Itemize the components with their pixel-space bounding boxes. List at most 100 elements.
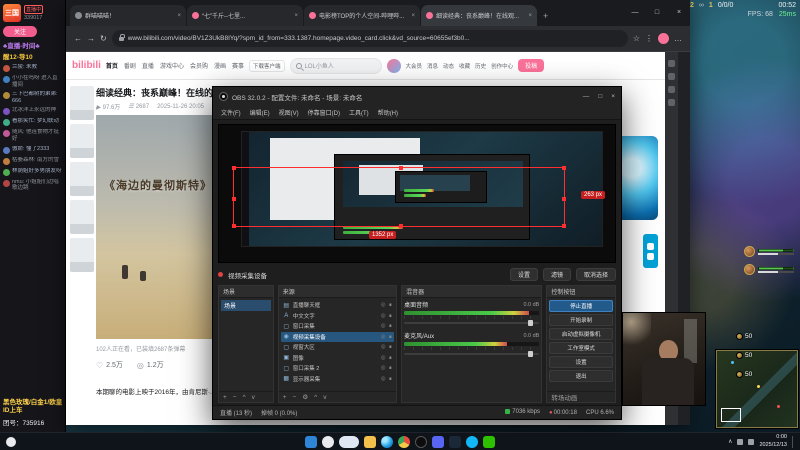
- browser-tab[interactable]: 电影榜TOP的个人空间-哔哩哔... ×: [304, 5, 420, 26]
- related-thumbnail[interactable]: [70, 124, 94, 158]
- source-row-selected[interactable]: ◉ 视频采集设备 ◎ ∎: [280, 331, 395, 342]
- menu-view[interactable]: 视图(V): [279, 108, 299, 117]
- menu-file[interactable]: 文件(F): [221, 108, 241, 117]
- steam-icon[interactable]: [449, 435, 461, 448]
- like-button[interactable]: ♡ 2.5万: [96, 360, 123, 370]
- qq-icon[interactable]: [466, 435, 478, 448]
- related-thumbnail[interactable]: [70, 86, 94, 120]
- bilibili-logo[interactable]: bilibili: [72, 60, 101, 71]
- search-button[interactable]: [322, 435, 334, 448]
- lock-icon[interactable]: ∎: [389, 365, 393, 371]
- lock-icon[interactable]: ∎: [389, 313, 393, 319]
- resize-handle[interactable]: [399, 166, 403, 170]
- minimize-icon[interactable]: —: [624, 9, 646, 16]
- stop-streaming-button[interactable]: 停止直播: [549, 300, 613, 312]
- bookmark-icon[interactable]: ☆: [633, 34, 640, 43]
- sidebar-icon[interactable]: [668, 99, 675, 106]
- nav-manga[interactable]: 漫画: [214, 61, 226, 70]
- exit-button[interactable]: 退出: [549, 370, 613, 382]
- source-filters-button[interactable]: 滤镜: [542, 268, 571, 281]
- menu-edit[interactable]: 编辑(E): [250, 108, 270, 117]
- source-row[interactable]: ▤ 直播聊天框 ◎ ∎: [281, 300, 394, 311]
- show-desktop-button[interactable]: [792, 435, 795, 448]
- start-recording-button[interactable]: 开始录制: [549, 314, 613, 326]
- visibility-icon[interactable]: ◎: [381, 334, 386, 340]
- volume-icon[interactable]: [748, 438, 755, 445]
- wechat-icon[interactable]: [483, 435, 495, 448]
- maximize-icon[interactable]: □: [598, 93, 602, 100]
- studio-mode-button[interactable]: 工作室模式: [549, 342, 613, 354]
- browser-tab[interactable]: “七”千斤--七里... ×: [187, 5, 303, 26]
- start-button[interactable]: [305, 435, 317, 448]
- link-favorites[interactable]: 收藏: [459, 62, 470, 70]
- visibility-icon[interactable]: ◎: [381, 323, 386, 329]
- source-row[interactable]: ▢ 窗口采集 2 ◎ ∎: [281, 363, 394, 374]
- close-icon[interactable]: ×: [668, 9, 690, 16]
- source-properties-icon[interactable]: ⚙: [302, 393, 308, 401]
- link-vip[interactable]: 大会员: [406, 62, 423, 70]
- source-row[interactable]: ▦ 显示器采集 ◎ ∎: [281, 374, 394, 385]
- visibility-icon[interactable]: ◎: [381, 344, 386, 350]
- browser-tab[interactable]: 群喵喵喵！ ×: [70, 5, 186, 26]
- tab-close-icon[interactable]: ×: [177, 13, 181, 19]
- sidebar-icon[interactable]: [668, 60, 675, 67]
- related-thumbnail[interactable]: [70, 200, 94, 234]
- visibility-icon[interactable]: ◎: [381, 313, 386, 319]
- resize-handle[interactable]: [562, 197, 566, 201]
- lock-icon[interactable]: ∎: [389, 344, 393, 350]
- obs-icon[interactable]: [415, 435, 427, 448]
- source-row[interactable]: A 中文文字 ◎ ∎: [281, 311, 394, 322]
- related-thumbnail[interactable]: [70, 162, 94, 196]
- resize-handle[interactable]: [232, 197, 236, 201]
- obs-preview[interactable]: 1352 px 263 px: [218, 124, 616, 263]
- user-avatar[interactable]: [386, 58, 401, 73]
- profile-avatar[interactable]: [658, 33, 669, 44]
- menu-tools[interactable]: 工具(T): [349, 108, 369, 117]
- tab-close-icon[interactable]: ×: [294, 13, 298, 19]
- coin-button[interactable]: ◎ 1.2万: [137, 360, 164, 370]
- remove-scene-icon[interactable]: −: [233, 394, 237, 401]
- resize-handle[interactable]: [562, 224, 566, 228]
- tray-expand-icon[interactable]: ∧: [728, 438, 732, 445]
- resize-handle[interactable]: [562, 166, 566, 170]
- link-creator[interactable]: 创作中心: [491, 62, 513, 70]
- move-up-icon[interactable]: ^: [243, 394, 246, 401]
- close-icon[interactable]: ×: [611, 93, 615, 100]
- minimize-icon[interactable]: —: [583, 93, 590, 100]
- upload-button[interactable]: 投稿: [518, 59, 545, 72]
- visibility-icon[interactable]: ◎: [381, 376, 386, 382]
- move-down-icon[interactable]: v: [252, 394, 255, 401]
- browser-menu-icon[interactable]: …: [674, 34, 682, 43]
- visibility-icon[interactable]: ◎: [381, 365, 386, 371]
- follow-button[interactable]: 关注: [3, 26, 37, 37]
- resize-handle[interactable]: [232, 224, 236, 228]
- reload-icon[interactable]: ↻: [100, 34, 107, 43]
- deselect-button[interactable]: 取消选择: [575, 268, 616, 281]
- forward-icon[interactable]: →: [87, 34, 95, 43]
- volume-slider[interactable]: [404, 351, 540, 357]
- browser-tab-active[interactable]: 细读经典：丧系巅峰！在线观... ×: [421, 5, 537, 26]
- sidebar-icon[interactable]: [668, 86, 675, 93]
- lock-icon[interactable]: ∎: [389, 323, 393, 329]
- source-row[interactable]: ▢ 视窗大区 ◎ ∎: [281, 342, 394, 353]
- add-scene-icon[interactable]: +: [223, 394, 227, 401]
- lock-icon[interactable]: ∎: [389, 355, 393, 361]
- chrome-icon[interactable]: [398, 435, 410, 448]
- slider-knob[interactable]: [528, 351, 534, 357]
- remove-source-icon[interactable]: −: [293, 394, 297, 401]
- move-down-icon[interactable]: v: [323, 394, 326, 401]
- transition-label[interactable]: 转场动画: [551, 392, 577, 402]
- menu-docks[interactable]: 停靠窗口(D): [308, 108, 340, 117]
- visibility-icon[interactable]: ◎: [381, 355, 386, 361]
- lock-icon[interactable]: ∎: [389, 334, 393, 340]
- nav-home[interactable]: 首页: [106, 61, 118, 70]
- taskbar-widgets[interactable]: [6, 436, 16, 447]
- task-view-button[interactable]: [339, 435, 359, 448]
- slider-knob[interactable]: [528, 320, 534, 326]
- resize-handle[interactable]: [399, 224, 403, 228]
- edge-icon[interactable]: [381, 435, 393, 448]
- explorer-icon[interactable]: [364, 435, 376, 448]
- tab-close-icon[interactable]: ×: [411, 13, 415, 19]
- back-icon[interactable]: ←: [74, 34, 82, 43]
- source-row[interactable]: ▣ 图像 ◎ ∎: [281, 353, 394, 364]
